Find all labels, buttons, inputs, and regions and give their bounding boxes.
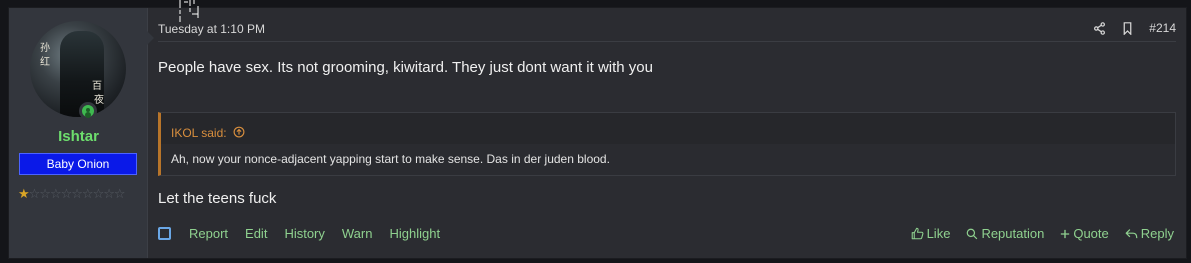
warn-link[interactable]: Warn: [342, 226, 373, 241]
quote-author[interactable]: IKOL said:: [171, 126, 227, 140]
reply-button[interactable]: Reply: [1125, 226, 1174, 241]
meta-divider: [158, 41, 1176, 42]
avatar[interactable]: 孙 红 百 夜: [30, 21, 126, 117]
post-meta-actions: #214: [1093, 21, 1176, 35]
like-label: Like: [926, 226, 951, 241]
quote-label: Quote: [1073, 226, 1109, 241]
search-icon: [966, 228, 978, 240]
history-link[interactable]: History: [284, 226, 324, 241]
avatar-art: 孙: [40, 43, 50, 54]
like-button[interactable]: Like: [911, 226, 951, 241]
post-message-text: People have sex. Its not grooming, kiwit…: [158, 59, 653, 76]
avatar-art: 百: [92, 81, 102, 92]
reputation-button[interactable]: Reputation: [966, 226, 1044, 241]
post-arrow: [147, 31, 154, 45]
post-number[interactable]: #214: [1149, 21, 1176, 35]
username[interactable]: Ishtar: [9, 128, 148, 145]
avatar-wrapper[interactable]: 孙 红 百 夜: [30, 21, 126, 120]
arrow-up-circle-icon[interactable]: [233, 126, 245, 141]
post-message-text-2: Let the teens fuck: [158, 190, 277, 207]
share-icon[interactable]: [1093, 21, 1106, 35]
cursor-artifact-icon: [176, 0, 212, 26]
thumbs-up-icon: [911, 227, 924, 240]
quote-text: Ah, now your nonce-adjacent yapping star…: [161, 144, 1175, 175]
online-status-icon: [79, 102, 97, 120]
edit-link[interactable]: Edit: [245, 226, 267, 241]
avatar-art: 夜: [94, 95, 104, 106]
post-main: Tuesday at 1:10 PM #214 People have sex.…: [147, 8, 1186, 258]
star-empty-icons: ☆☆☆☆☆☆☆☆☆: [28, 187, 126, 202]
select-post-checkbox[interactable]: [158, 227, 171, 240]
user-panel: 孙 红 百 夜 Ishtar Baby Onion ★☆☆☆☆☆☆☆☆☆: [9, 8, 148, 258]
quote-button[interactable]: Quote: [1060, 226, 1109, 241]
bookmark-icon[interactable]: [1122, 21, 1133, 35]
post-actions-left: Report Edit History Warn Highlight: [158, 226, 457, 241]
reply-label: Reply: [1140, 226, 1174, 241]
plus-icon: [1060, 229, 1070, 239]
post-actions-right: Like Reputation Quote Reply: [911, 226, 1174, 241]
quote-block: IKOL said: Ah, now your nonce-adjacent y…: [158, 112, 1176, 176]
quote-header[interactable]: IKOL said:: [161, 113, 1175, 144]
highlight-link[interactable]: Highlight: [389, 226, 440, 241]
post-container: 孙 红 百 夜 Ishtar Baby Onion ★☆☆☆☆☆☆☆☆☆ Tue…: [8, 7, 1187, 259]
rating-stars: ★☆☆☆☆☆☆☆☆☆: [18, 187, 126, 202]
report-link[interactable]: Report: [189, 226, 228, 241]
reply-icon: [1125, 228, 1138, 240]
avatar-art: 红: [40, 57, 50, 68]
reputation-label: Reputation: [981, 226, 1045, 241]
user-title-badge: Baby Onion: [19, 153, 137, 175]
star-half-icon: ★: [18, 187, 30, 202]
